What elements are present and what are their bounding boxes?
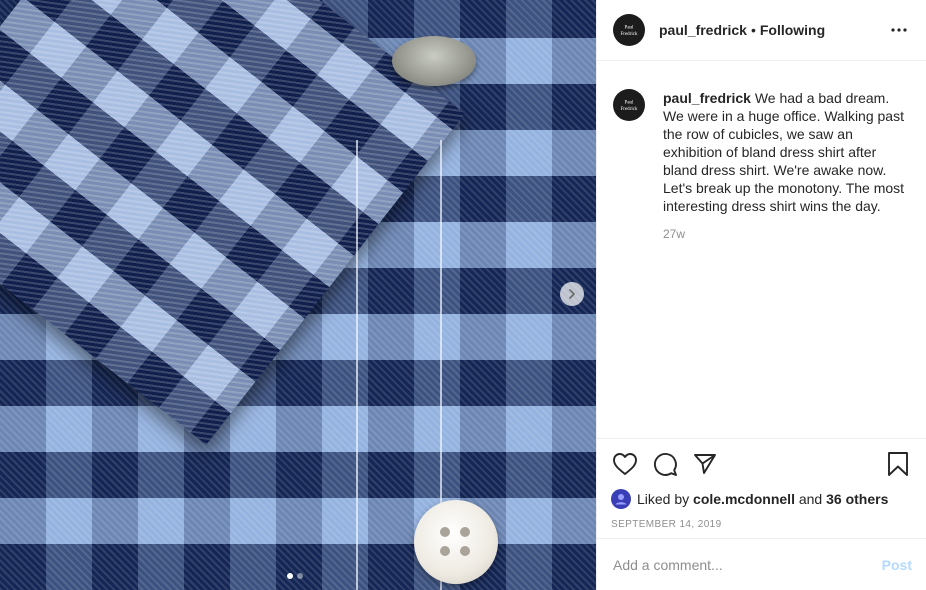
post-header: Paul Fredrick paul_fredrick • Following bbox=[597, 0, 926, 61]
caption-area: Paul Fredrick paul_fredrick We had a bad… bbox=[597, 61, 926, 438]
comment-form: Post bbox=[597, 538, 926, 590]
svg-text:Fredrick: Fredrick bbox=[621, 107, 638, 112]
likes-summary: Liked by cole.mcdonnell and 36 others bbox=[611, 489, 912, 509]
svg-text:Paul: Paul bbox=[625, 26, 635, 31]
save-button[interactable] bbox=[884, 450, 912, 478]
caption-timestamp[interactable]: 27w bbox=[663, 227, 910, 241]
comment-input[interactable] bbox=[613, 556, 882, 573]
post-comment-button[interactable]: Post bbox=[882, 557, 912, 573]
share-button[interactable] bbox=[691, 450, 719, 478]
avatar[interactable]: Paul Fredrick bbox=[613, 14, 645, 46]
liked-by-user-link[interactable]: cole.mcdonnell bbox=[693, 491, 795, 507]
more-options-button[interactable] bbox=[888, 19, 910, 41]
chevron-right-icon bbox=[569, 289, 575, 299]
svg-text:Fredrick: Fredrick bbox=[621, 32, 638, 37]
caption-text: paul_fredrick We had a bad dream. We wer… bbox=[663, 89, 910, 215]
liked-by-and: and bbox=[798, 491, 823, 507]
placket-seam bbox=[356, 140, 358, 590]
carousel-indicator bbox=[287, 573, 303, 579]
header-username[interactable]: paul_fredrick bbox=[659, 22, 747, 38]
post-image[interactable] bbox=[0, 0, 596, 590]
more-options-icon bbox=[891, 28, 907, 32]
liked-by-prefix: Liked by bbox=[637, 491, 690, 507]
share-icon bbox=[694, 454, 716, 474]
action-bar bbox=[611, 449, 912, 479]
carousel-dot-active bbox=[287, 573, 293, 579]
bookmark-icon bbox=[888, 452, 908, 476]
shirt-button bbox=[414, 500, 498, 584]
brand-logo: Paul Fredrick bbox=[621, 101, 638, 113]
like-button[interactable] bbox=[611, 450, 639, 478]
post-actions: Liked by cole.mcdonnell and 36 others SE… bbox=[597, 438, 926, 538]
caption-username[interactable]: paul_fredrick bbox=[663, 90, 751, 106]
header-separator: • bbox=[750, 22, 756, 38]
svg-text:Paul: Paul bbox=[625, 101, 635, 106]
carousel-next-button[interactable] bbox=[560, 282, 584, 306]
likes-others-link[interactable]: 36 others bbox=[826, 491, 888, 507]
avatar[interactable] bbox=[611, 489, 631, 509]
user-avatar-icon bbox=[612, 490, 630, 508]
avatar[interactable]: Paul Fredrick bbox=[613, 89, 645, 121]
collar-button bbox=[392, 36, 476, 86]
comment-button[interactable] bbox=[651, 450, 679, 478]
heart-icon bbox=[613, 453, 637, 475]
post-dialog: Paul Fredrick paul_fredrick • Following … bbox=[0, 0, 926, 590]
comment-icon bbox=[654, 453, 677, 476]
post-date[interactable]: SEPTEMBER 14, 2019 bbox=[611, 519, 912, 530]
brand-logo: Paul Fredrick bbox=[621, 26, 638, 38]
post-side-panel: Paul Fredrick paul_fredrick • Following … bbox=[596, 0, 926, 590]
caption: Paul Fredrick paul_fredrick We had a bad… bbox=[613, 89, 910, 215]
caption-body-text: We had a bad dream. We were in a huge of… bbox=[663, 90, 905, 214]
carousel-dot bbox=[297, 573, 303, 579]
follow-status-button[interactable]: Following bbox=[760, 22, 825, 38]
